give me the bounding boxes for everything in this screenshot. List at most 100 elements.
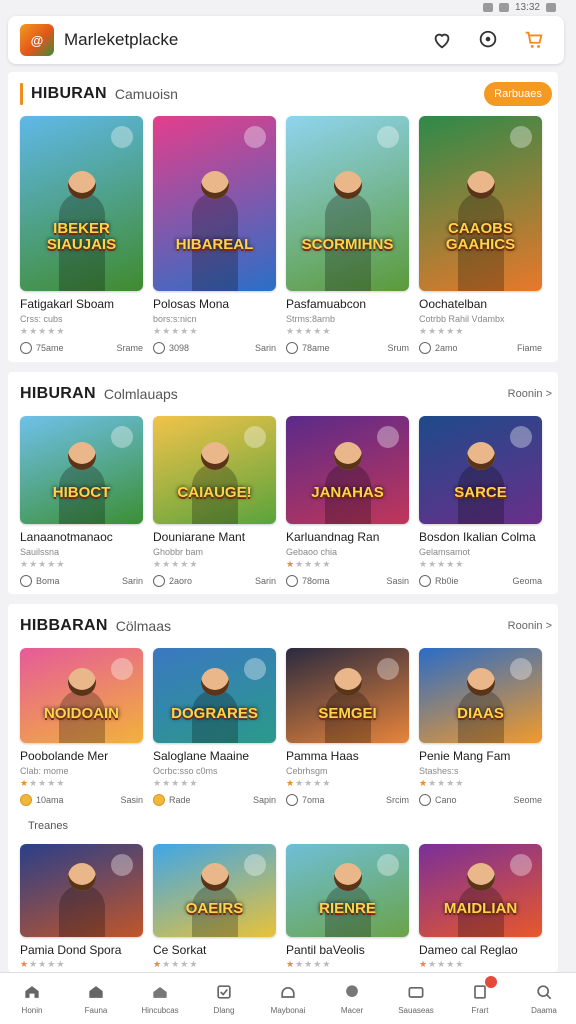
game-title: Oochatelban [419,297,488,311]
search-icon [537,985,552,1000]
game-thumbnail[interactable]: NOIDOAIN [20,648,143,743]
game-card[interactable]: DIAAS Penie Mang Fam Stashes:s ★★★★★ Can… [419,648,542,806]
like-count: 10ama [36,795,64,805]
thumbnail-glow [244,426,266,448]
app-header: @ Marleketplacke [8,16,564,64]
game-thumbnail[interactable]: SCORMIHNS [286,116,409,291]
see-more-link[interactable]: Roonin > [508,620,552,632]
like-icon[interactable] [20,342,32,354]
tab-0[interactable]: Honin [0,973,64,1024]
game-card[interactable]: SCORMIHNS Pasfamuabcon Strms:8arnb ★★★★★… [286,116,409,354]
like-icon[interactable] [153,342,165,354]
chat-icon [479,30,497,48]
game-thumbnail[interactable]: SARCE [419,416,542,524]
account-icon [346,985,358,997]
game-card[interactable]: MAIDLIAN Dameo cal Reglao ★★★★★ [419,844,542,970]
game-thumbnail[interactable]: CAIAUGE! [153,416,276,524]
game-thumbnail[interactable]: SEMGEI [286,648,409,743]
game-card[interactable]: Pamia Dond Spora ★★★★★ [20,844,143,970]
like-icon[interactable] [286,794,298,806]
game-title: Pasfamuabcon [286,297,367,311]
cart-icon [525,31,543,48]
like-icon[interactable] [153,794,165,806]
game-title: Douniarane Mant [153,530,246,544]
game-card[interactable]: DOGRARES Saloglane Maaine Ocrbc:sso c0ms… [153,648,276,806]
game-thumbnail[interactable]: HIBOCT [20,416,143,524]
thumbnail-glow [510,854,532,876]
thumbnail-glow [510,658,532,680]
tab-1[interactable]: Fauna [64,973,128,1024]
game-thumbnail[interactable]: OAEIRS [153,844,276,937]
thumbnail-glow [377,854,399,876]
game-title: Bosdon Ikalian Colma [419,530,536,544]
game-meta: Sarin [254,343,276,353]
tab-2[interactable]: Hincubcas [128,973,192,1024]
star-rating: ★★★★★ [153,559,199,569]
like-icon[interactable] [20,575,32,587]
game-thumbnail[interactable]: IBEKER SIAUJAIS [20,116,143,291]
cart-button[interactable] [516,22,552,58]
see-more-link[interactable]: Roonin > [508,388,552,400]
like-icon[interactable] [286,575,298,587]
game-card[interactable]: NOIDOAIN Poobolande Mer Clab: mome ★★★★★… [20,648,143,806]
section-title: HIBURAN [20,385,96,402]
thumbnail-art-title: RIENRE [319,899,376,917]
game-card[interactable]: CAIAUGE! Douniarane Mant Ghobbr bam ★★★★… [153,416,276,587]
thumbnail-art-title: DOGRARES [171,705,258,723]
messages-button[interactable] [470,22,506,58]
tab-7[interactable]: Frart [448,973,512,1024]
game-card[interactable]: IBEKER SIAUJAIS Fatigakarl Sboam Crss: c… [20,116,143,354]
game-thumbnail[interactable] [20,844,143,937]
game-card[interactable]: OAEIRS Ce Sorkat ★★★★★ [153,844,276,970]
game-title: Pamia Dond Spora [20,943,122,957]
game-card[interactable]: SARCE Bosdon Ikalian Colma Gelamsamot ★★… [419,416,542,587]
game-card[interactable]: HIBOCT Lanaanotmanaoc Sauilssna ★★★★★ Bo… [20,416,143,587]
game-card[interactable]: HIBAREAL Polosas Mona bors:s:nicn ★★★★★ … [153,116,276,354]
game-thumbnail[interactable]: MAIDLIAN [419,844,542,937]
game-meta: Sarin [254,576,276,586]
tab-label: Fauna [84,1006,108,1015]
game-thumbnail[interactable]: HIBAREAL [153,116,276,291]
like-icon[interactable] [286,342,298,354]
section-trending: Pamia Dond Spora ★★★★★ OAEIRS Ce Sorkat … [8,844,558,970]
tab-3[interactable]: Dlang [192,973,256,1024]
game-thumbnail[interactable]: RIENRE [286,844,409,937]
thumbnail-art-title: NOIDOAIN [44,705,119,723]
game-subtitle: Gelamsamot [419,547,471,557]
game-card[interactable]: CAAOBS GAAHICS Oochatelban Cotrbb Rahil … [419,116,542,354]
game-card[interactable]: JANAHAS Karluandnag Ran Gebaoo chia ★★★★… [286,416,409,587]
tab-4[interactable]: Maybonai [256,973,320,1024]
star-rating: ★★★★★ [419,326,465,336]
star-rating: ★★★★★ [153,778,199,788]
checklist-icon [217,985,231,999]
section-accent [20,83,23,105]
star-rating: ★★★★★ [419,559,465,569]
like-icon[interactable] [419,342,431,354]
thumbnail-art-title: SARCE [454,483,507,501]
tab-8[interactable]: Daama [512,973,576,1024]
see-all-button[interactable]: Rarbuaes [484,82,552,106]
game-thumbnail[interactable]: JANAHAS [286,416,409,524]
tab-5[interactable]: Macer [320,973,384,1024]
favorites-button[interactable] [424,22,460,58]
like-icon[interactable] [419,575,431,587]
thumbnail-glow [111,126,133,148]
game-thumbnail[interactable]: DIAAS [419,648,542,743]
game-thumbnail[interactable]: DOGRARES [153,648,276,743]
game-thumbnail[interactable]: CAAOBS GAAHICS [419,116,542,291]
like-count: 7oma [302,795,325,805]
game-title: Pamma Haas [286,749,359,763]
like-icon[interactable] [419,794,431,806]
game-meta: Sasin [120,795,143,805]
like-icon[interactable] [20,794,32,806]
game-card[interactable]: RIENRE Pantil baVeolis ★★★★★ [286,844,409,970]
tab-label: Daama [531,1006,557,1015]
app-logo[interactable]: @ [20,24,54,56]
star-rating: ★★★★★ [286,959,332,969]
game-title: Fatigakarl Sboam [20,297,115,311]
game-card[interactable]: SEMGEI Pamma Haas Cebrhsgm ★★★★★ 7oma Sr… [286,648,409,806]
like-count: 78ame [302,343,330,353]
game-meta: Sapin [252,795,276,805]
tab-6[interactable]: Sauaseas [384,973,448,1024]
like-icon[interactable] [153,575,165,587]
